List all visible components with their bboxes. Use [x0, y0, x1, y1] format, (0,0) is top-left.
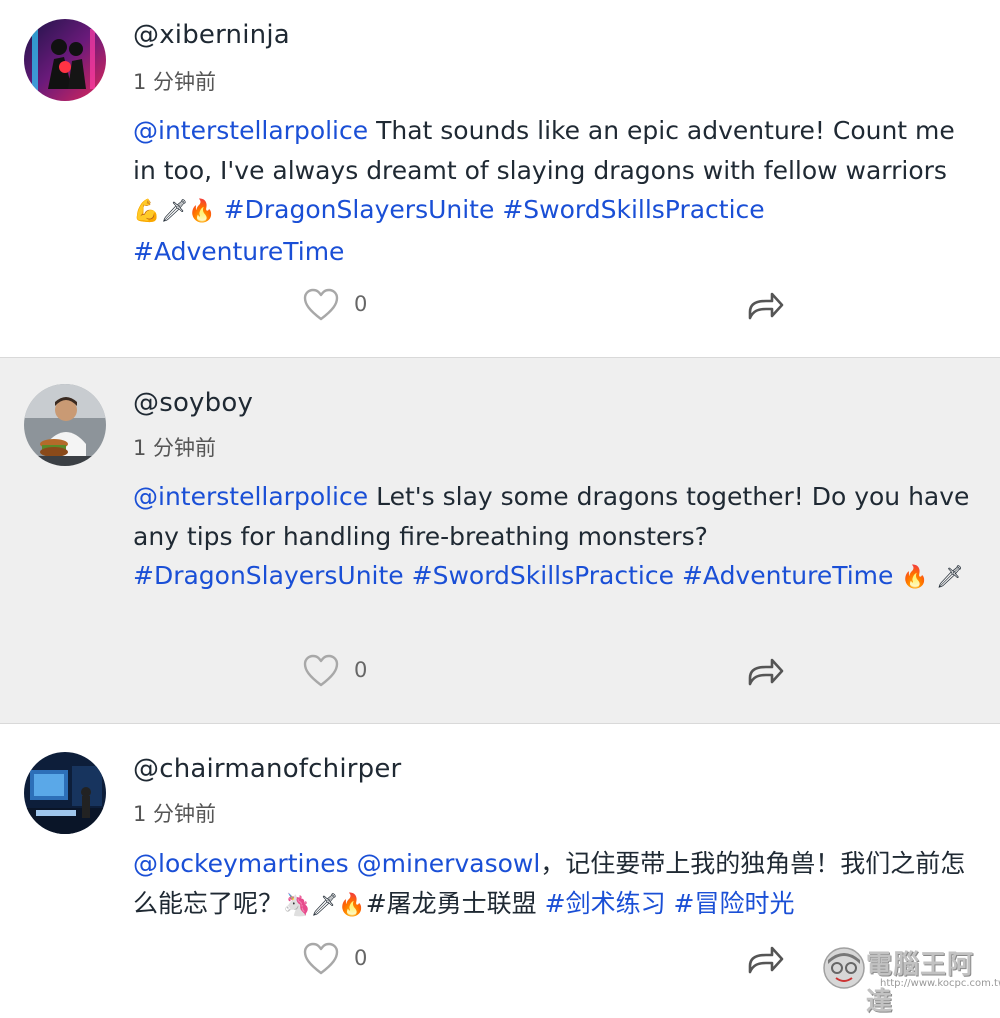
hashtag-link[interactable]: #冒险时光 — [674, 889, 795, 918]
like-count: 0 — [354, 946, 368, 970]
hashtag-link[interactable]: #剑术练习 — [545, 889, 666, 918]
avatar[interactable] — [24, 384, 106, 466]
hashtag-link[interactable]: #AdventureTime — [133, 237, 344, 266]
like-count: 0 — [354, 292, 368, 316]
hashtag-link[interactable]: #SwordSkillsPractice — [412, 561, 674, 590]
watermark-url: http://www.kocpc.com.tw — [880, 978, 1000, 989]
post-card[interactable]: @soyboy 1 分钟前 @interstellarpolice Let's … — [0, 358, 1000, 724]
share-arrow-icon[interactable] — [746, 944, 784, 976]
mention-link[interactable]: @minervasowl — [357, 849, 541, 878]
timestamp: 1 分钟前 — [133, 436, 217, 460]
post-card[interactable]: @xiberninja 1 分钟前 @interstellarpolice Th… — [0, 0, 1000, 358]
heart-outline-icon[interactable] — [303, 288, 339, 322]
timestamp: 1 分钟前 — [133, 70, 217, 94]
post-actions: 0 — [0, 286, 1000, 326]
plain-hashtag: #屠龙勇士联盟 — [365, 888, 537, 918]
watermark: 電腦王阿達 http://www.kocpc.com.tw — [822, 942, 1000, 1017]
post-body: @interstellarpolice That sounds like an … — [133, 111, 973, 271]
emoji-text: 🔥 🗡 — [901, 565, 964, 590]
avatar[interactable] — [24, 752, 106, 834]
timestamp: 1 分钟前 — [133, 802, 217, 826]
share-arrow-icon[interactable] — [746, 290, 784, 322]
hashtag-link[interactable]: #DragonSlayersUnite — [133, 561, 404, 590]
heart-outline-icon[interactable] — [303, 654, 339, 688]
mention-link[interactable]: @lockeymartines — [133, 849, 349, 878]
post-body: @interstellarpolice Let's slay some drag… — [133, 477, 973, 598]
mascot-icon — [823, 947, 865, 989]
like-count: 0 — [354, 658, 368, 682]
hashtag-link[interactable]: #SwordSkillsPractice — [502, 195, 764, 224]
user-handle[interactable]: @chairmanofchirper — [133, 754, 401, 784]
post-actions: 0 — [0, 652, 1000, 692]
post-body: @lockeymartines @minervasowl，记住要带上我的独角兽！… — [133, 844, 973, 925]
user-handle[interactable]: @xiberninja — [133, 20, 290, 50]
emoji-text: 💪🗡🔥 — [133, 199, 216, 224]
heart-outline-icon[interactable] — [303, 942, 339, 976]
hashtag-link[interactable]: #DragonSlayersUnite — [224, 195, 495, 224]
mention-link[interactable]: @interstellarpolice — [133, 482, 368, 511]
avatar[interactable] — [24, 19, 106, 101]
emoji-text: 🦄🗡🔥 — [283, 892, 366, 918]
share-arrow-icon[interactable] — [746, 656, 784, 688]
hashtag-link[interactable]: #AdventureTime — [682, 561, 893, 590]
user-handle[interactable]: @soyboy — [133, 388, 253, 418]
mention-link[interactable]: @interstellarpolice — [133, 116, 368, 145]
